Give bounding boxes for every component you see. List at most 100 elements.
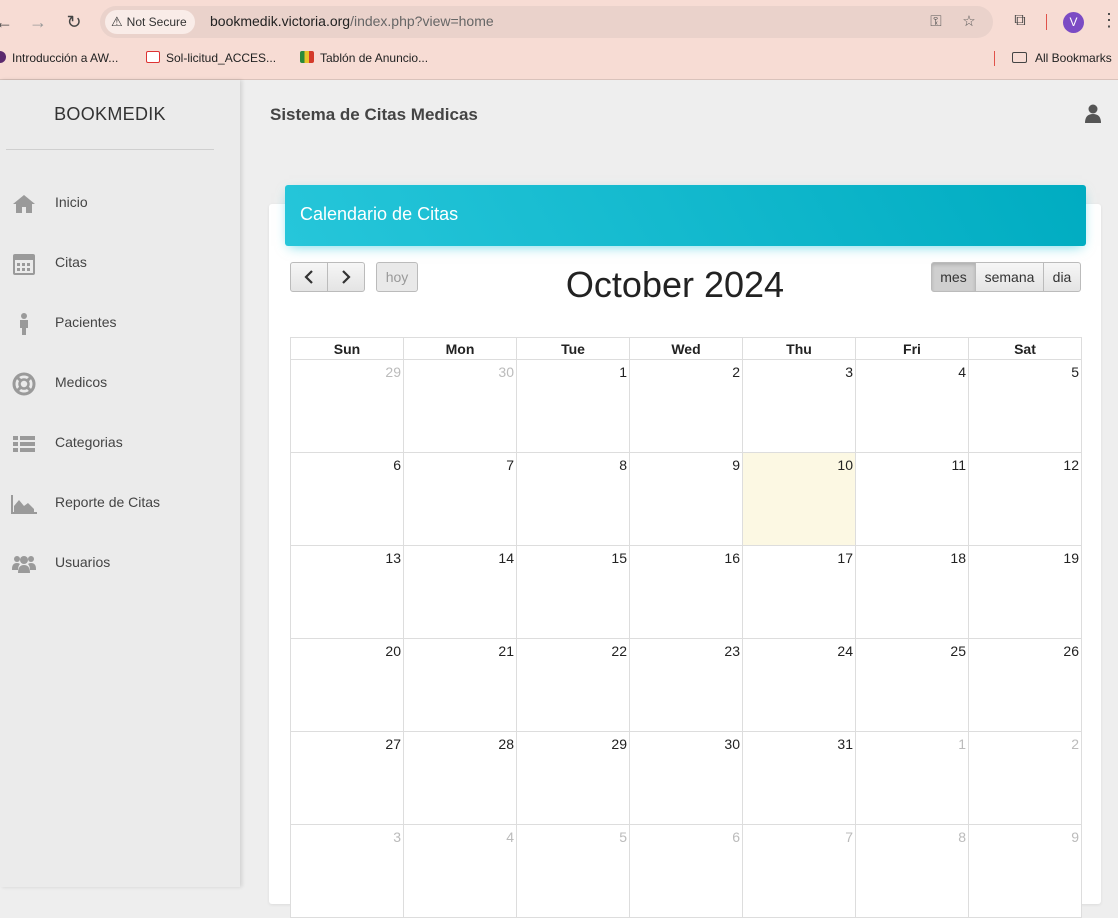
calendar-day-cell[interactable]: 29 xyxy=(290,359,404,453)
calendar-day-cell[interactable]: 16 xyxy=(629,545,743,639)
day-number: 24 xyxy=(837,643,853,659)
all-bookmarks-button[interactable]: All Bookmarks xyxy=(1012,51,1112,65)
calendar-day-cell[interactable]: 24 xyxy=(742,638,856,732)
day-number: 8 xyxy=(958,829,966,845)
calendar-day-cell[interactable]: 28 xyxy=(403,731,517,825)
calendar-day-cell[interactable]: 8 xyxy=(516,452,630,546)
calendar-day-cell[interactable]: 3 xyxy=(290,824,404,918)
more-menu-icon[interactable]: ⋮ xyxy=(1100,10,1118,31)
calendar-icon xyxy=(13,254,35,275)
calendar-week-row: 20 21 22 23 24 25 26 xyxy=(290,638,1082,732)
forward-arrow-icon[interactable]: → xyxy=(26,10,50,34)
profile-avatar[interactable]: V xyxy=(1063,12,1084,33)
extensions-icon[interactable]: ⧉ xyxy=(1009,10,1031,32)
star-icon[interactable]: ☆ xyxy=(959,12,979,32)
calendar-card-header: Calendario de Citas xyxy=(285,185,1086,246)
next-month-button[interactable] xyxy=(327,262,365,292)
calendar-day-cell[interactable]: 18 xyxy=(855,545,969,639)
calendar-day-cell[interactable]: 1 xyxy=(516,359,630,453)
calendar-day-cell[interactable]: 23 xyxy=(629,638,743,732)
chevron-left-icon xyxy=(304,270,313,284)
calendar-day-cell[interactable]: 3 xyxy=(742,359,856,453)
weekday-header-row: Sun Mon Tue Wed Thu Fri Sat xyxy=(290,337,1082,360)
calendar-day-cell[interactable]: 2 xyxy=(968,731,1082,825)
not-secure-badge[interactable]: ⚠ Not Secure xyxy=(105,10,195,34)
calendar-day-cell[interactable]: 4 xyxy=(855,359,969,453)
day-number: 31 xyxy=(837,736,853,752)
calendar-day-cell[interactable]: 9 xyxy=(629,452,743,546)
prev-month-button[interactable] xyxy=(290,262,328,292)
calendar-day-cell[interactable]: 6 xyxy=(629,824,743,918)
user-account-icon[interactable] xyxy=(1084,104,1102,124)
calendar-day-cell[interactable]: 4 xyxy=(403,824,517,918)
day-number: 2 xyxy=(1071,736,1079,752)
sidebar-item-reporte-de-citas[interactable]: Reporte de Citas xyxy=(0,484,240,524)
day-number: 14 xyxy=(498,550,514,566)
view-day-button[interactable]: dia xyxy=(1043,262,1081,292)
key-icon[interactable]: ⚿ xyxy=(926,12,946,32)
chevron-right-icon xyxy=(342,270,351,284)
calendar-week-row: 29 30 1 2 3 4 5 xyxy=(290,359,1082,453)
weekday-header: Tue xyxy=(516,337,630,360)
bookmark-item[interactable]: Tablón de Anuncio... xyxy=(300,51,428,65)
calendar-day-cell[interactable]: 15 xyxy=(516,545,630,639)
view-week-button[interactable]: semana xyxy=(975,262,1044,292)
back-arrow-icon[interactable]: ← xyxy=(0,10,16,34)
calendar-day-cell[interactable]: 5 xyxy=(968,359,1082,453)
calendar-day-cell[interactable]: 27 xyxy=(290,731,404,825)
calendar-week-row: 3 4 5 6 7 8 9 xyxy=(290,824,1082,918)
calendar-day-cell[interactable]: 20 xyxy=(290,638,404,732)
brand-logo-text[interactable]: BOOKMEDIK xyxy=(0,104,220,125)
calendar-day-cell[interactable]: 31 xyxy=(742,731,856,825)
toolbar-divider xyxy=(1046,14,1047,30)
sidebar-item-usuarios[interactable]: Usuarios xyxy=(0,544,240,584)
calendar-day-cell[interactable]: 22 xyxy=(516,638,630,732)
sidebar-item-categorias[interactable]: Categorias xyxy=(0,424,240,464)
calendar-day-cell[interactable]: 17 xyxy=(742,545,856,639)
sidebar-item-medicos[interactable]: Medicos xyxy=(0,364,240,404)
area-chart-icon xyxy=(11,495,37,514)
calendar-day-cell[interactable]: 30 xyxy=(403,359,517,453)
calendar-day-cell[interactable]: 7 xyxy=(403,452,517,546)
calendar-day-cell[interactable]: 6 xyxy=(290,452,404,546)
day-number: 15 xyxy=(611,550,627,566)
calendar-day-cell[interactable]: 29 xyxy=(516,731,630,825)
calendar-day-cell[interactable]: 25 xyxy=(855,638,969,732)
day-number: 17 xyxy=(837,550,853,566)
calendar-day-cell[interactable]: 19 xyxy=(968,545,1082,639)
address-bar[interactable]: ⚠ Not Secure bookmedik.victoria.org/index… xyxy=(100,6,993,38)
calendar-day-cell[interactable]: 11 xyxy=(855,452,969,546)
calendar-day-cell[interactable]: 5 xyxy=(516,824,630,918)
calendar-day-cell[interactable]: 2 xyxy=(629,359,743,453)
calendar-day-cell[interactable]: 9 xyxy=(968,824,1082,918)
calendar-day-cell[interactable]: 8 xyxy=(855,824,969,918)
calendar-day-cell[interactable]: 7 xyxy=(742,824,856,918)
sidebar-item-pacientes[interactable]: Pacientes xyxy=(0,304,240,344)
users-icon xyxy=(12,556,36,573)
calendar-day-cell[interactable]: 14 xyxy=(403,545,517,639)
calendar-day-cell-today[interactable]: 10 xyxy=(742,452,856,546)
url-text[interactable]: bookmedik.victoria.org/index.php?view=ho… xyxy=(210,13,494,29)
calendar-day-cell[interactable]: 21 xyxy=(403,638,517,732)
sidebar-item-citas[interactable]: Citas xyxy=(0,244,240,284)
calendar-day-cell[interactable]: 26 xyxy=(968,638,1082,732)
calendar-day-cell[interactable]: 13 xyxy=(290,545,404,639)
calendar-day-cell[interactable]: 12 xyxy=(968,452,1082,546)
calendar-day-cell[interactable]: 30 xyxy=(629,731,743,825)
day-number: 29 xyxy=(611,736,627,752)
day-number: 4 xyxy=(506,829,514,845)
browser-toolbar: ← → ↻ ⚠ Not Secure bookmedik.victoria.org… xyxy=(0,0,1118,80)
today-button[interactable]: hoy xyxy=(376,262,418,292)
bookmark-item[interactable]: Sol-licitud_ACCES... xyxy=(146,51,276,65)
day-number: 30 xyxy=(724,736,740,752)
day-number: 18 xyxy=(950,550,966,566)
calendar-day-cell[interactable]: 1 xyxy=(855,731,969,825)
calendar-month-title: October 2024 xyxy=(565,264,785,305)
reload-icon[interactable]: ↻ xyxy=(62,10,86,34)
weekday-header: Fri xyxy=(855,337,969,360)
view-month-button[interactable]: mes xyxy=(931,262,976,292)
bookmark-item[interactable]: Introducción a AW... xyxy=(0,51,118,65)
bookmark-favicon-icon xyxy=(0,51,6,63)
folder-icon xyxy=(1012,52,1027,63)
sidebar-item-inicio[interactable]: Inicio xyxy=(0,184,240,224)
